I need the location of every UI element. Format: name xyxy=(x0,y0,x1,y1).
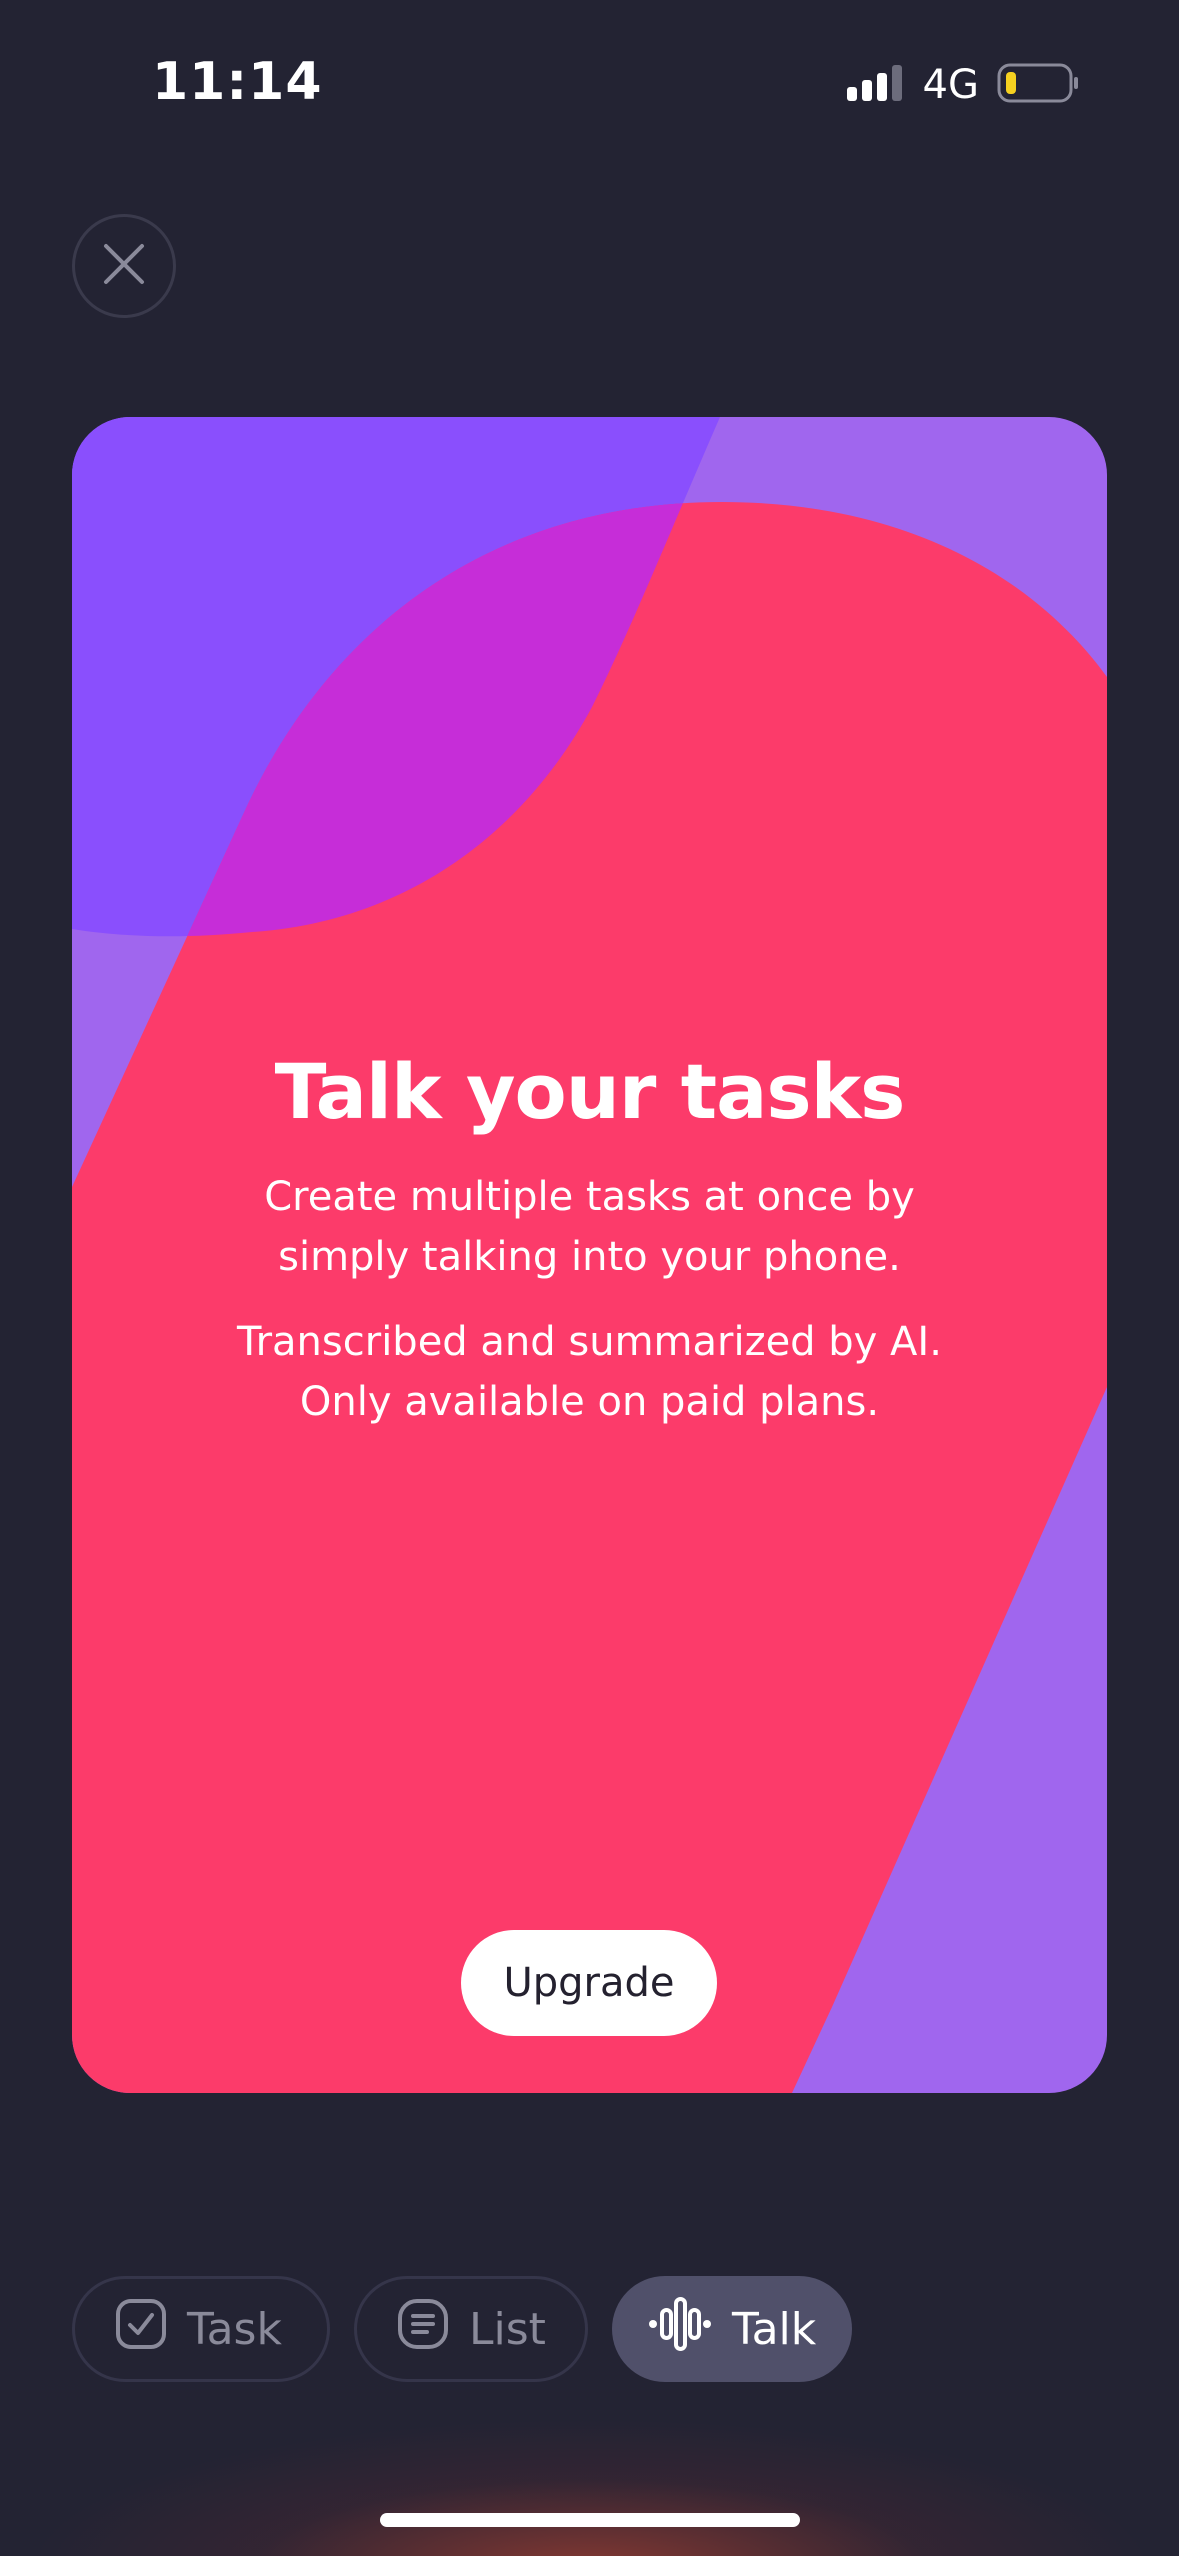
upgrade-screen: 11:14 4G Talk your tasks Create multiple… xyxy=(0,0,1179,2556)
home-indicator[interactable] xyxy=(380,2513,800,2527)
card-note-line: Only available on paid plans. xyxy=(299,1379,880,1425)
tab-label: List xyxy=(469,2303,546,2355)
tab-list[interactable]: List xyxy=(354,2276,588,2382)
upgrade-button[interactable]: Upgrade xyxy=(461,1930,717,2036)
network-type: 4G xyxy=(922,62,979,108)
tab-label: Talk xyxy=(732,2303,817,2355)
signal-icon xyxy=(846,65,905,105)
feature-card: Talk your tasks Create multiple tasks at… xyxy=(72,417,1107,2093)
card-content: Talk your tasks Create multiple tasks at… xyxy=(72,417,1107,2093)
status-time: 11:14 xyxy=(152,52,323,112)
tab-talk[interactable]: Talk xyxy=(612,2276,852,2382)
tab-task[interactable]: Task xyxy=(72,2276,330,2382)
card-title: Talk your tasks xyxy=(274,1047,906,1136)
card-note-line: Transcribed and summarized by AI. xyxy=(237,1319,942,1365)
bottom-glow xyxy=(0,2380,1179,2556)
card-description-line: simply talking into your phone. xyxy=(278,1234,901,1280)
card-note: Transcribed and summarized by AI. Only a… xyxy=(132,1312,1047,1432)
card-description-line: Create multiple tasks at once by xyxy=(264,1174,915,1220)
close-button[interactable] xyxy=(72,214,176,318)
list-icon xyxy=(397,2298,449,2361)
card-description: Create multiple tasks at once by simply … xyxy=(132,1167,1047,1287)
checkbox-icon xyxy=(115,2298,167,2361)
battery-low-icon xyxy=(997,63,1079,107)
status-bar-right: 4G xyxy=(846,62,1079,108)
tab-label: Task xyxy=(187,2303,282,2355)
waveform-icon xyxy=(648,2296,712,2363)
close-icon xyxy=(102,242,146,290)
